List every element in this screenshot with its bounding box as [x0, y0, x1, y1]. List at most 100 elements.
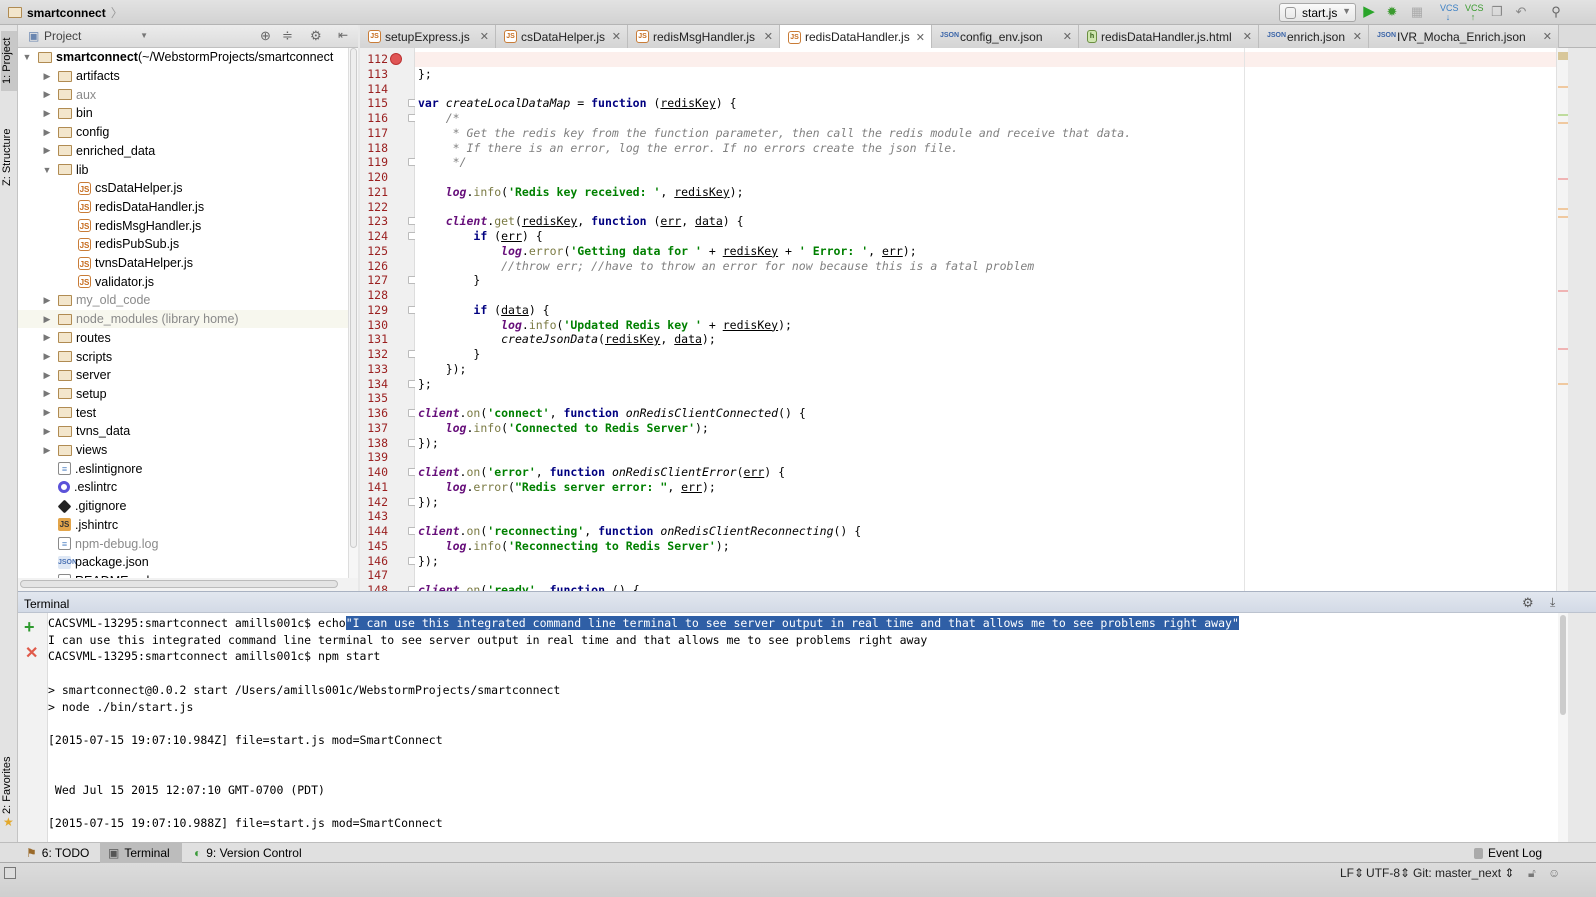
error-stripe[interactable] — [1556, 48, 1568, 591]
tree-item[interactable]: ▶ aux — [18, 85, 348, 104]
tool-tab-6-todo[interactable]: ⚑ 6: TODO — [18, 843, 98, 863]
code-line[interactable]: log.info('Connected to Redis Server'); — [418, 421, 709, 436]
code-line[interactable]: if (err) { — [418, 229, 542, 244]
collapsed-arrow-icon[interactable]: ▶ — [42, 426, 52, 437]
tool-tab-project[interactable]: 1: Project — [1, 31, 17, 91]
code-line[interactable]: if (data) { — [418, 303, 549, 318]
stripe-mark[interactable] — [1558, 208, 1568, 210]
terminal-line[interactable]: [2015-07-15 19:07:10.984Z] file=start.js… — [48, 732, 443, 749]
tree-item[interactable]: ▶ config — [18, 123, 348, 142]
terminal-selection[interactable]: "I can use this integrated command line … — [345, 616, 1239, 630]
expanded-arrow-icon[interactable]: ▼ — [42, 165, 52, 175]
collapse-all-icon[interactable]: ≑ — [282, 28, 293, 44]
code-line[interactable]: log.info('Updated Redis key ' + redisKey… — [418, 318, 792, 333]
hide-panel-icon[interactable]: ⤓ — [1550, 595, 1555, 610]
compare-icon[interactable]: ❐ — [1489, 4, 1505, 20]
stripe-mark[interactable] — [1558, 114, 1568, 116]
tab-enrich-json[interactable]: JSON enrich.json ✕ — [1259, 25, 1369, 48]
close-icon[interactable]: ✕ — [480, 30, 489, 43]
tree-item[interactable]: JS validator.js — [18, 272, 348, 291]
hide-panel-icon[interactable]: ⇤ — [338, 28, 348, 42]
search-icon[interactable]: ⚲ — [1548, 4, 1564, 20]
tool-tab-terminal[interactable]: ▣ Terminal — [100, 843, 182, 863]
collapsed-arrow-icon[interactable]: ▶ — [42, 332, 52, 343]
code-line[interactable]: */ — [418, 155, 467, 170]
collapsed-arrow-icon[interactable]: ▶ — [42, 108, 52, 119]
stripe-mark[interactable] — [1558, 178, 1568, 180]
code-line[interactable]: log.error("Redis server error: ", err); — [418, 480, 716, 495]
collapsed-arrow-icon[interactable]: ▶ — [42, 145, 52, 156]
code-line[interactable]: client.on('connect', function onRedisCli… — [418, 406, 806, 421]
tab-redismsghandler-js[interactable]: JS redisMsgHandler.js ✕ — [628, 25, 780, 48]
terminal-line[interactable]: I can use this integrated command line t… — [48, 632, 927, 649]
tree-item[interactable]: JS redisPubSub.js — [18, 235, 348, 254]
terminal-scrollbar[interactable] — [1558, 613, 1568, 842]
code-line[interactable]: * Get the redis key from the function pa… — [418, 126, 1132, 141]
tab-ivr-mocha-enrich-json[interactable]: JSON IVR_Mocha_Enrich.json ✕ — [1369, 25, 1559, 48]
tree-item[interactable]: JS .jshintrc — [18, 516, 348, 535]
vcs-commit-icon[interactable]: VCS ↑ — [1465, 4, 1484, 22]
stripe-mark[interactable] — [1558, 383, 1568, 385]
project-view-select[interactable]: ▣ Project ▼ — [26, 29, 148, 44]
run-config-select[interactable]: start.js ▼ — [1279, 3, 1356, 22]
code-line[interactable]: log.info('Reconnecting to Redis Server')… — [418, 539, 730, 554]
collapsed-arrow-icon[interactable]: ▶ — [42, 89, 52, 100]
tree-item[interactable]: ≡ npm-debug.log — [18, 534, 348, 553]
tab-setupexpress-js[interactable]: JS setupExpress.js ✕ — [360, 25, 496, 48]
tree-item[interactable]: JS redisDataHandler.js — [18, 198, 348, 217]
terminal-line[interactable]: CACSVML-13295:smartconnect amills001c$ e… — [48, 615, 1239, 632]
tree-item[interactable]: ▶ routes — [18, 329, 348, 348]
tree-item[interactable]: JS tvnsDataHelper.js — [18, 254, 348, 273]
terminal-line[interactable]: Wed Jul 15 2015 12:07:10 GMT-0700 (PDT) — [48, 782, 325, 799]
collapsed-arrow-icon[interactable]: ▶ — [42, 127, 52, 138]
code-line[interactable]: } — [418, 347, 480, 362]
revert-icon[interactable]: ↶ — [1513, 4, 1529, 20]
terminal-line[interactable]: > node ./bin/start.js — [48, 699, 193, 716]
tree-item[interactable]: ▶ artifacts — [18, 67, 348, 86]
event-log-button[interactable]: Event Log — [1474, 846, 1542, 860]
stripe-mark[interactable] — [1558, 122, 1568, 124]
collapsed-arrow-icon[interactable]: ▶ — [42, 445, 52, 456]
code-line[interactable]: }); — [418, 554, 439, 569]
tree-item[interactable]: ▶ bin — [18, 104, 348, 123]
tab-redisdatahandler-js-html[interactable]: h redisDataHandler.js.html ✕ — [1079, 25, 1259, 48]
breadcrumb[interactable]: smartconnect 〉 — [8, 4, 123, 21]
terminal-line[interactable]: [2015-07-15 19:07:10.988Z] file=start.js… — [48, 815, 443, 832]
tab-config-env-json[interactable]: JSON config_env.json ✕ — [932, 25, 1079, 48]
code-line[interactable]: createJsonData(redisKey, data); — [418, 332, 716, 347]
tree-item[interactable]: ▶ views — [18, 441, 348, 460]
expanded-arrow-icon[interactable]: ▼ — [22, 52, 32, 62]
encoding-select[interactable]: UTF-8⇕ — [1366, 866, 1410, 880]
code-line[interactable]: var createLocalDataMap = function (redis… — [418, 96, 737, 111]
tree-item[interactable]: JSON package.json — [18, 553, 348, 572]
code-line[interactable]: //throw err; //have to throw an error fo… — [418, 259, 1034, 274]
breakpoint-icon[interactable] — [390, 53, 402, 65]
close-icon[interactable]: ✕ — [1063, 30, 1072, 43]
stripe-mark[interactable] — [1558, 216, 1568, 218]
terminal-line[interactable]: CACSVML-13295:smartconnect amills001c$ n… — [48, 648, 380, 665]
code-line[interactable]: }); — [418, 436, 439, 451]
tree-item[interactable]: ▼ lib — [18, 160, 348, 179]
tree-item[interactable]: ▶ test — [18, 403, 348, 422]
tree-item[interactable]: .gitignore — [18, 497, 348, 516]
tree-item[interactable]: ▶ scripts — [18, 347, 348, 366]
tool-tab-9-version-control[interactable]: ◐ 9: Version Control — [186, 843, 316, 863]
close-icon[interactable]: ✕ — [1543, 30, 1552, 43]
code-line[interactable]: }; — [418, 67, 432, 82]
line-separator-select[interactable]: LF⇕ — [1340, 866, 1364, 880]
run-icon[interactable]: ▶ — [1361, 4, 1377, 20]
close-icon[interactable]: ✕ — [916, 31, 925, 44]
tree-item[interactable]: ▶ tvns_data — [18, 422, 348, 441]
tree-item[interactable]: ▶ server — [18, 366, 348, 385]
collapsed-arrow-icon[interactable]: ▶ — [42, 351, 52, 362]
breadcrumb-project[interactable]: smartconnect — [27, 6, 106, 20]
code-line[interactable]: client.on('ready', function () { — [418, 583, 640, 591]
code-line[interactable]: client.get(redisKey, function (err, data… — [418, 214, 744, 229]
close-icon[interactable]: ✕ — [764, 30, 773, 43]
tree-root[interactable]: ▼ smartconnect (~/WebstormProjects/smartc… — [18, 48, 348, 67]
close-session-icon[interactable]: ✕ — [25, 643, 38, 663]
code-line[interactable]: log.error('Getting data for ' + redisKey… — [418, 244, 917, 259]
gear-icon[interactable]: ⚙ — [310, 28, 322, 44]
tree-item[interactable]: ▶ node_modules (library home) — [18, 309, 348, 329]
locate-icon[interactable]: ⊕ — [260, 28, 271, 44]
